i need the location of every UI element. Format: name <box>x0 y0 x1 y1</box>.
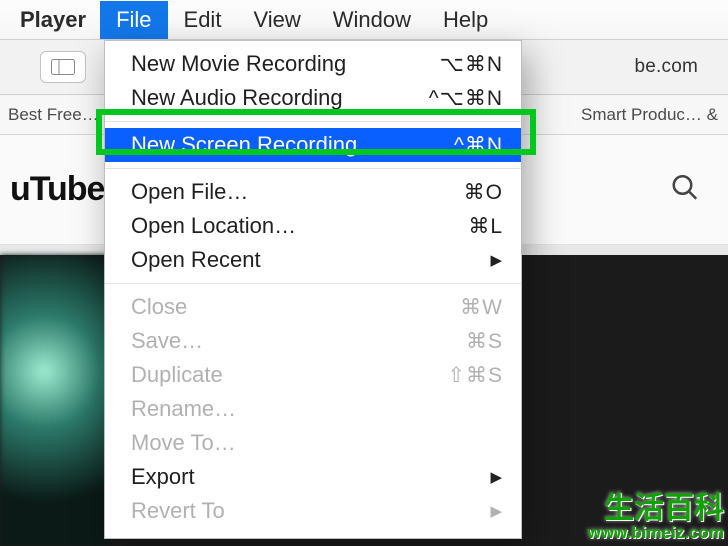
menu-item-shortcut: ⌘L <box>468 216 503 237</box>
menu-item-label: Open Location… <box>131 215 468 237</box>
menubar-item-help[interactable]: Help <box>427 1 504 39</box>
menu-item-save: Save…⌘S <box>105 324 521 358</box>
menu-item-open-file[interactable]: Open File…⌘O <box>105 175 521 209</box>
menu-item-shortcut: ⌘O <box>464 182 503 203</box>
menu-item-label: New Movie Recording <box>131 53 440 75</box>
menubar-item-window[interactable]: Window <box>317 1 427 39</box>
menu-item-close: Close⌘W <box>105 290 521 324</box>
menu-item-label: New Screen Recording <box>131 134 454 156</box>
address-fragment: be.com <box>634 56 698 78</box>
menu-item-label: Revert To <box>131 500 490 522</box>
menu-separator <box>105 168 521 169</box>
submenu-arrow-icon: ▶ <box>490 253 503 268</box>
menu-item-new-screen-recording[interactable]: New Screen Recording^⌘N <box>105 128 521 162</box>
menu-item-shortcut: ⌥⌘N <box>440 54 503 75</box>
menu-separator <box>105 283 521 284</box>
menu-item-new-audio-recording[interactable]: New Audio Recording^⌥⌘N <box>105 81 521 115</box>
menu-item-revert-to: Revert To▶ <box>105 494 521 528</box>
menu-item-shortcut: ^⌥⌘N <box>429 88 503 109</box>
menu-item-new-movie-recording[interactable]: New Movie Recording⌥⌘N <box>105 47 521 81</box>
menu-item-shortcut: ⌘S <box>466 331 503 352</box>
menu-item-export[interactable]: Export▶ <box>105 460 521 494</box>
menu-item-label: New Audio Recording <box>131 87 429 109</box>
menu-item-label: Open File… <box>131 181 464 203</box>
menu-item-label: Export <box>131 466 490 488</box>
watermark: 生活百科 www.bimeiz.com <box>588 493 724 542</box>
search-button[interactable] <box>670 172 700 207</box>
bookmark-item-right[interactable]: Smart Produc… & <box>581 105 718 125</box>
menu-item-duplicate: Duplicate⇧⌘S <box>105 358 521 392</box>
video-thumbnail <box>0 255 110 546</box>
menu-item-label: Rename… <box>131 398 503 420</box>
menu-item-label: Close <box>131 296 460 318</box>
submenu-arrow-icon: ▶ <box>490 504 503 519</box>
search-icon <box>670 189 700 206</box>
sidebar-toggle-button[interactable] <box>40 51 86 83</box>
menu-item-label: Duplicate <box>131 364 447 386</box>
menu-separator <box>105 121 521 122</box>
menu-item-shortcut: ^⌘N <box>454 135 503 156</box>
menu-item-label: Move To… <box>131 432 503 454</box>
menu-item-label: Open Recent <box>131 249 490 271</box>
file-menu: New Movie Recording⌥⌘NNew Audio Recordin… <box>104 40 522 539</box>
menu-item-shortcut: ⇧⌘S <box>447 365 503 386</box>
menu-item-open-location[interactable]: Open Location…⌘L <box>105 209 521 243</box>
watermark-url: www.bimeiz.com <box>588 524 724 542</box>
submenu-arrow-icon: ▶ <box>490 470 503 485</box>
youtube-logo-fragment: uTube <box>10 170 104 209</box>
menubar-item-file[interactable]: File <box>100 1 167 39</box>
menu-item-shortcut: ⌘W <box>460 297 503 318</box>
menubar: Player File Edit View Window Help <box>0 0 728 40</box>
menubar-item-view[interactable]: View <box>237 1 316 39</box>
menu-item-open-recent[interactable]: Open Recent▶ <box>105 243 521 277</box>
menubar-app-name[interactable]: Player <box>6 1 100 39</box>
menu-item-move-to: Move To… <box>105 426 521 460</box>
bookmark-item-left[interactable]: Best Free… <box>8 105 99 125</box>
menubar-item-edit[interactable]: Edit <box>168 1 238 39</box>
watermark-cn: 生活百科 <box>588 493 724 525</box>
menu-item-label: Save… <box>131 330 466 352</box>
menu-item-rename: Rename… <box>105 392 521 426</box>
